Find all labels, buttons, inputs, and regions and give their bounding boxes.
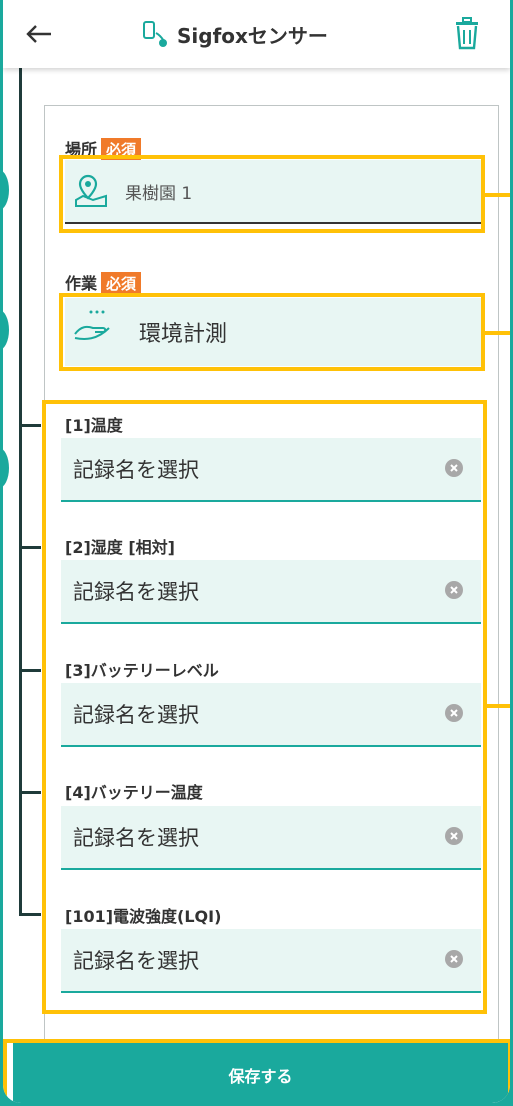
highlight-frame: [59, 155, 485, 233]
tree-connector: [19, 68, 22, 914]
tree-tick: [19, 546, 41, 549]
page-title-group: Sigfoxセンサー: [141, 16, 328, 52]
highlight-frame: [42, 400, 487, 1014]
tree-tick: [19, 424, 41, 427]
edge-marker: [3, 170, 9, 210]
save-button[interactable]: 保存する: [13, 1043, 508, 1103]
edge-marker: [3, 310, 9, 350]
back-button[interactable]: [23, 18, 57, 50]
screen: Sigfoxセンサー 場所 必須 果樹園 1 作業 必須 環境計測 [1]温度 …: [3, 0, 510, 1103]
edge-marker: [3, 448, 9, 488]
tree-tick: [19, 791, 41, 794]
required-badge: 必須: [101, 272, 142, 295]
highlight-connector: [485, 193, 510, 197]
tree-tick: [19, 669, 41, 672]
highlight-connector: [485, 331, 510, 335]
delete-button[interactable]: [451, 16, 483, 52]
sensor-device-icon: [143, 21, 167, 47]
trash-icon: [456, 17, 478, 50]
highlight-frame: [59, 293, 485, 371]
page-title: Sigfoxセンサー: [177, 23, 328, 48]
tree-tick: [19, 913, 41, 916]
task-label: 作業 必須: [65, 270, 142, 295]
arrow-left-icon: [26, 25, 51, 43]
highlight-connector: [487, 704, 510, 708]
app-header: Sigfoxセンサー: [3, 0, 510, 68]
